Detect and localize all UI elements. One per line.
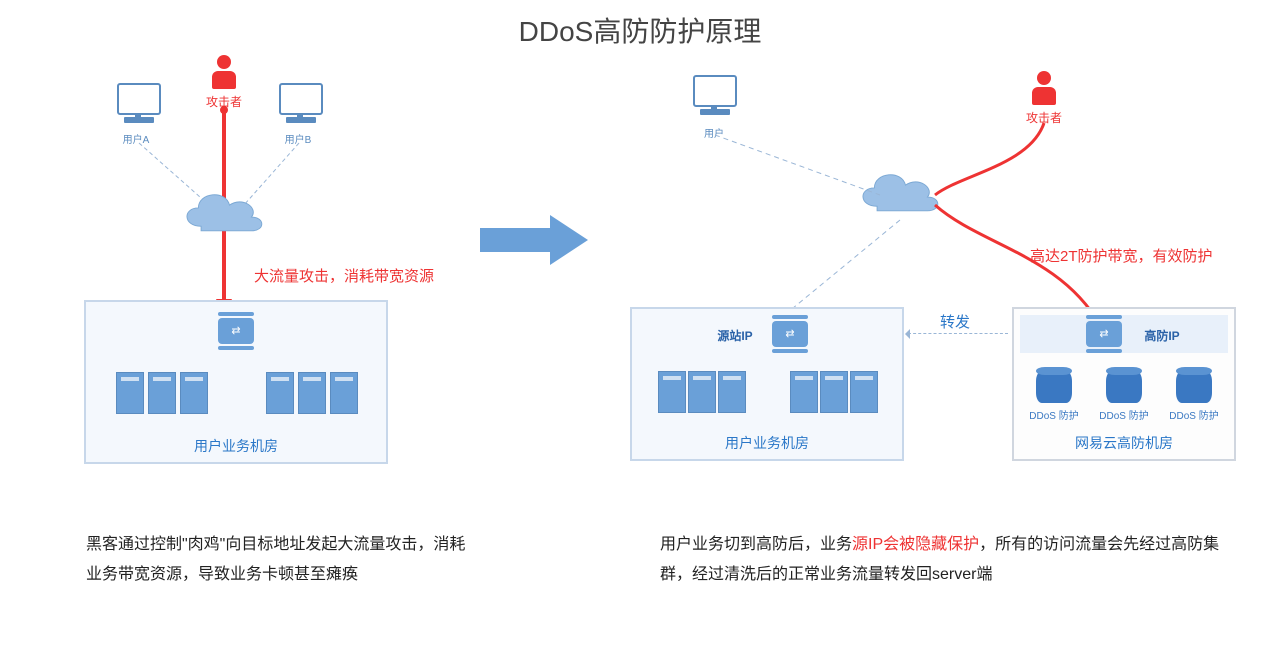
cloud-icon [174,185,274,240]
db-label: DDoS 防护 [1024,407,1084,422]
origin-datacenter: 源站IP ⇄ 用户业务机房 [630,307,904,461]
server-icon [180,372,208,414]
highdef-ip-label: 高防IP [1132,327,1192,344]
protect-note: 高达2T防护带宽，有效防护 [1030,245,1213,266]
forward-arrow-icon [908,333,1008,334]
highdef-datacenter: ⇄ 高防IP DDoS 防护 DDoS 防护 DDoS 防护 网易云高防机房 [1012,307,1236,461]
server-icon [116,372,144,414]
desc-text: 用户业务切到高防后，业务 [660,536,852,553]
diagram-stage: DDoS高防防护原理 攻击者 用户A 用户B [0,0,1280,653]
db-icon [1036,371,1072,403]
user-datacenter-left: ⇄ 用户业务机房 [84,300,388,464]
db-label: DDoS 防护 [1164,407,1224,422]
server-icon [330,372,358,414]
datacenter-label: 用户业务机房 [86,436,386,456]
server-icon [298,372,326,414]
after-diagram: 用户 攻击者 高达2T防护带宽，有效防护 源站IP ⇄ [600,55,1240,465]
server-icon [718,371,746,413]
after-description: 用户业务切到高防后，业务源IP会被隐藏保护，所有的访问流量会先经过高防集群，经过… [660,530,1220,591]
router-icon: ⇄ [218,318,254,344]
db-icon [1106,371,1142,403]
server-icon [850,371,878,413]
datacenter-label: 用户业务机房 [632,433,902,453]
server-icon [266,372,294,414]
server-icon [148,372,176,414]
before-diagram: 攻击者 用户A 用户B 大流量攻击，消耗带宽资源 ⇄ [84,55,454,465]
attack-note: 大流量攻击，消耗带宽资源 [254,265,434,286]
page-title: DDoS高防防护原理 [0,10,1280,50]
datacenter-label: 网易云高防机房 [1014,433,1234,453]
server-icon [820,371,848,413]
db-label: DDoS 防护 [1094,407,1154,422]
before-description: 黑客通过控制"肉鸡"向目标地址发起大流量攻击，消耗业务带宽资源，导致业务卡顿甚至… [86,530,466,591]
transition-arrow-icon [480,210,590,270]
server-icon [688,371,716,413]
origin-ip-label: 源站IP [710,327,760,344]
server-icon [658,371,686,413]
forward-label: 转发 [940,311,970,332]
db-icon [1176,371,1212,403]
router-icon: ⇄ [1086,321,1122,347]
server-icon [790,371,818,413]
desc-highlight: 源IP会被隐藏保护 [852,536,979,553]
router-icon: ⇄ [772,321,808,347]
